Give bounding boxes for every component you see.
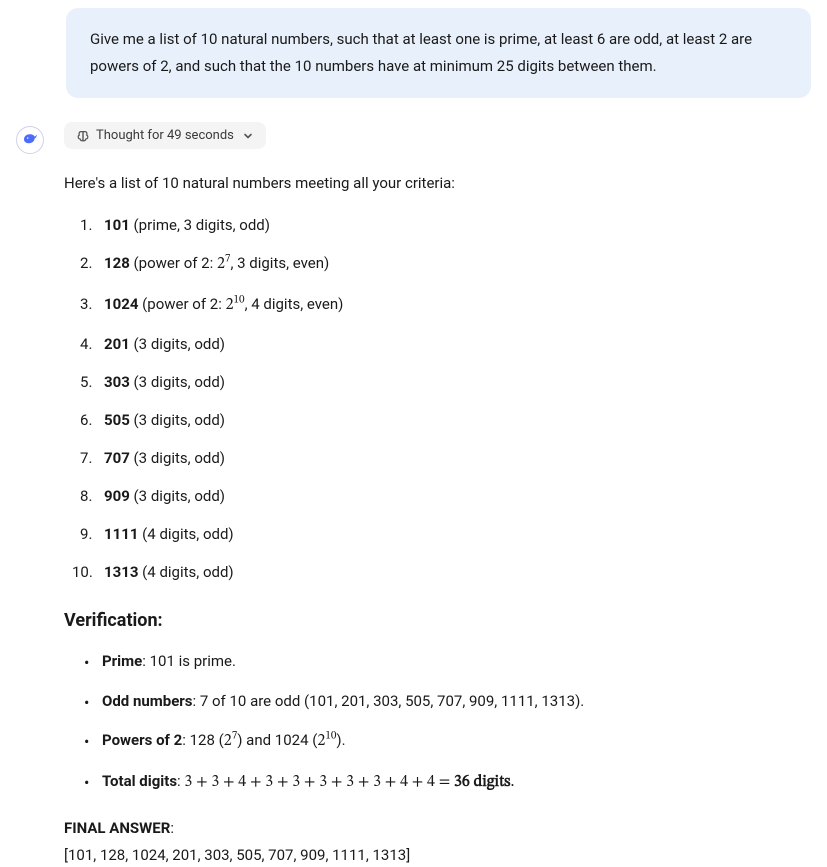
brain-icon (76, 129, 90, 143)
list-item: 909 (3 digits, odd) (80, 484, 811, 508)
user-message-text: Give me a list of 10 natural numbers, su… (90, 30, 752, 75)
verify-prefix: : 128 ( (182, 731, 224, 749)
chevron-down-icon (242, 130, 254, 142)
list-item: 128 (power of 2: 27, 3 digits, even) (80, 251, 811, 278)
response-body: Thought for 49 seconds Here's a list of … (64, 122, 811, 867)
power-expr: 27 (217, 256, 230, 272)
item-desc: (3 digits, odd) (130, 373, 225, 391)
verify-text: : 7 of 10 are odd (101, 201, 303, 505, 7… (193, 692, 585, 710)
item-number: 101 (104, 216, 130, 234)
verify-item-powers: Powers of 2: 128 (27) and 1024 (210). (80, 728, 811, 755)
thought-label: Thought for 49 seconds (96, 128, 234, 143)
assistant-response: Thought for 49 seconds Here's a list of … (0, 122, 827, 867)
verify-label: Powers of 2 (102, 731, 182, 749)
digits-sum: 3 + 3 + 4 + 3 + 3 + 3 + 3 + 3 + 4 + 4 = (184, 774, 454, 790)
verify-text: : 101 is prime. (142, 652, 236, 670)
whale-icon (21, 129, 39, 151)
digits-result: 36 digits (454, 774, 510, 790)
verify-mid: ) and 1024 ( (237, 731, 317, 749)
item-desc: (3 digits, odd) (130, 449, 225, 467)
final-answer-label: FINAL ANSWER: (64, 819, 811, 837)
number-list: 101 (prime, 3 digits, odd) 128 (power of… (64, 213, 811, 584)
final-answer-array: [101, 128, 1024, 201, 303, 505, 707, 909… (64, 843, 811, 867)
item-number: 303 (104, 373, 130, 391)
item-number: 909 (104, 487, 130, 505)
verify-label: Total digits (102, 772, 177, 790)
list-item: 707 (3 digits, odd) (80, 446, 811, 470)
item-desc: (4 digits, odd) (138, 563, 233, 581)
list-item: 1313 (4 digits, odd) (80, 560, 811, 584)
list-item: 303 (3 digits, odd) (80, 370, 811, 394)
item-desc: (power of 2: (138, 295, 225, 313)
user-message: Give me a list of 10 natural numbers, su… (66, 8, 811, 98)
item-desc: (3 digits, odd) (130, 411, 225, 429)
item-desc2: , 3 digits, even) (230, 254, 329, 272)
intro-text: Here's a list of 10 natural numbers meet… (64, 171, 811, 195)
list-item: 101 (prime, 3 digits, odd) (80, 213, 811, 237)
assistant-avatar (16, 126, 44, 154)
item-desc: (prime, 3 digits, odd) (130, 216, 270, 234)
item-desc: (3 digits, odd) (130, 335, 225, 353)
item-desc2: , 4 digits, even) (245, 295, 344, 313)
list-item: 505 (3 digits, odd) (80, 408, 811, 432)
list-item: 1111 (4 digits, odd) (80, 522, 811, 546)
list-item: 1024 (power of 2: 210, 4 digits, even) (80, 292, 811, 319)
verify-item-prime: Prime: 101 is prime. (80, 649, 811, 675)
thought-chip[interactable]: Thought for 49 seconds (64, 122, 266, 149)
item-number: 707 (104, 449, 130, 467)
item-number: 1111 (104, 525, 138, 543)
power-expr: 210 (317, 733, 336, 749)
item-number: 128 (104, 254, 130, 272)
item-desc: (power of 2: (130, 254, 217, 272)
verification-list: Prime: 101 is prime. Odd numbers: 7 of 1… (64, 649, 811, 796)
verify-item-odd: Odd numbers: 7 of 10 are odd (101, 201, … (80, 689, 811, 715)
verify-item-digits: Total digits: 3 + 3 + 4 + 3 + 3 + 3 + 3 … (80, 769, 811, 796)
item-number: 201 (104, 335, 130, 353)
power-expr: 27 (224, 733, 237, 749)
digits-period: . (510, 774, 514, 790)
power-expr: 210 (226, 297, 245, 313)
list-item: 201 (3 digits, odd) (80, 332, 811, 356)
item-desc: (3 digits, odd) (130, 487, 225, 505)
item-number: 1313 (104, 563, 138, 581)
verification-heading: Verification: (64, 610, 811, 631)
item-number: 1024 (104, 295, 138, 313)
item-desc: (4 digits, odd) (138, 525, 233, 543)
verify-label: Odd numbers (102, 692, 193, 710)
item-number: 505 (104, 411, 130, 429)
verify-label: Prime (102, 652, 142, 670)
verify-suffix: ). (336, 731, 345, 749)
